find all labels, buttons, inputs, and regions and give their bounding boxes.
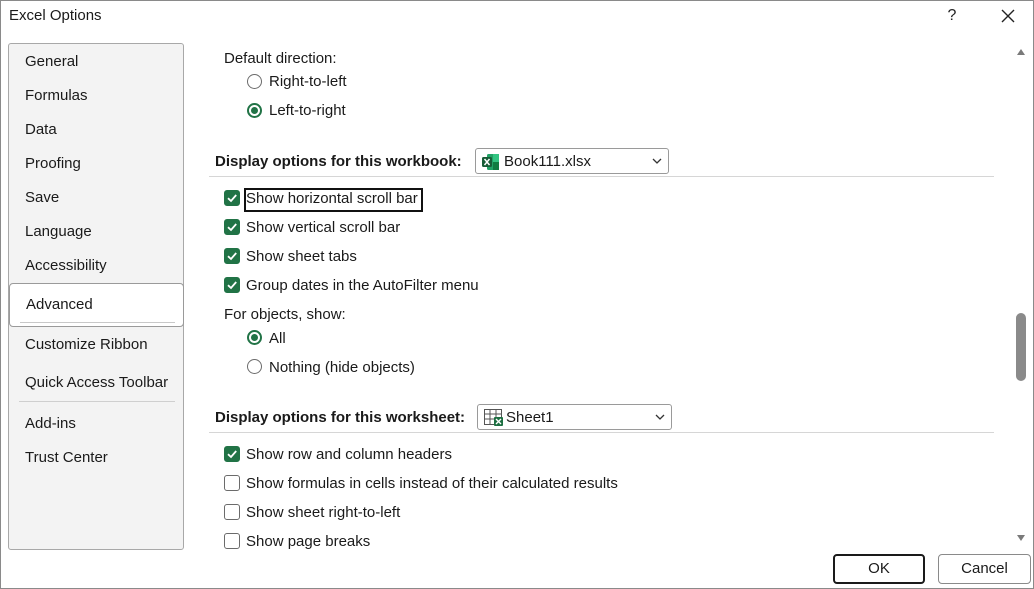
scroll-up-icon[interactable] xyxy=(1016,47,1026,57)
worksheet-select-value: Sheet1 xyxy=(506,409,554,426)
chevron-down-icon xyxy=(655,413,665,421)
sidebar-item-label: Accessibility xyxy=(25,257,107,274)
sheet-icon xyxy=(484,409,504,427)
worksheet-section-divider xyxy=(209,432,994,433)
sidebar-item-formulas[interactable]: Formulas xyxy=(9,81,183,111)
sidebar-item-proofing[interactable]: Proofing xyxy=(9,149,183,179)
checkmark-icon xyxy=(226,250,238,262)
close-button[interactable] xyxy=(993,4,1023,28)
excel-file-icon xyxy=(482,153,500,171)
ok-button[interactable]: OK xyxy=(833,554,925,584)
radio-objects-nothing-label[interactable]: Nothing (hide objects) xyxy=(269,359,415,376)
worksheet-select[interactable]: Sheet1 xyxy=(477,404,672,430)
radio-right-to-left-label[interactable]: Right-to-left xyxy=(269,73,347,90)
sidebar-item-accessibility[interactable]: Accessibility xyxy=(9,251,183,281)
sidebar-item-save[interactable]: Save xyxy=(9,183,183,213)
sidebar-item-trust-center[interactable]: Trust Center xyxy=(9,443,183,473)
worksheet-section-header: Display options for this worksheet: xyxy=(215,409,465,426)
scrollbar-thumb[interactable] xyxy=(1016,313,1026,381)
sidebar-item-label: Add-ins xyxy=(25,415,76,432)
scroll-down-icon[interactable] xyxy=(1016,533,1026,543)
sidebar-item-advanced[interactable]: Advanced xyxy=(9,283,184,327)
radio-right-to-left[interactable] xyxy=(247,74,262,89)
sidebar-item-add-ins[interactable]: Add-ins xyxy=(9,409,183,439)
sidebar-item-label: Quick Access Toolbar xyxy=(25,374,168,391)
checkbox-show-horizontal-scroll-bar[interactable] xyxy=(224,190,240,206)
checkbox-show-sheet-tabs[interactable] xyxy=(224,248,240,264)
default-direction-label: Default direction: xyxy=(224,50,337,67)
help-button[interactable]: ? xyxy=(937,4,967,28)
checkbox-show-page-breaks-label[interactable]: Show page breaks xyxy=(246,533,370,550)
sidebar-item-label: Formulas xyxy=(25,87,88,104)
sidebar-item-label: Proofing xyxy=(25,155,81,172)
checkbox-show-formulas[interactable] xyxy=(224,475,240,491)
checkbox-show-horizontal-scroll-bar-label[interactable]: Show horizontal scroll bar xyxy=(246,190,418,207)
options-sidebar: General Formulas Data Proofing Save Lang… xyxy=(8,43,184,550)
title-bar: Excel Options ? xyxy=(1,1,1033,33)
sidebar-item-label: Trust Center xyxy=(25,449,108,466)
checkbox-show-row-column-headers[interactable] xyxy=(224,446,240,462)
checkmark-icon xyxy=(226,192,238,204)
checkbox-show-row-column-headers-label[interactable]: Show row and column headers xyxy=(246,446,452,463)
radio-objects-all-label[interactable]: All xyxy=(269,330,286,347)
workbook-section-divider xyxy=(209,176,994,177)
checkbox-group-dates-autofilter-label[interactable]: Group dates in the AutoFilter menu xyxy=(246,277,479,294)
checkbox-show-sheet-tabs-label[interactable]: Show sheet tabs xyxy=(246,248,357,265)
sidebar-item-label: Advanced xyxy=(26,296,93,313)
chevron-down-icon xyxy=(652,157,662,165)
advanced-options-panel: Default direction: Right-to-left Left-to… xyxy=(191,37,1011,557)
options-scrollbar[interactable] xyxy=(1012,43,1028,549)
help-icon: ? xyxy=(948,7,957,24)
checkbox-group-dates-autofilter[interactable] xyxy=(224,277,240,293)
checkbox-show-sheet-right-to-left[interactable] xyxy=(224,504,240,520)
sidebar-item-data[interactable]: Data xyxy=(9,115,183,145)
radio-objects-nothing[interactable] xyxy=(247,359,262,374)
checkbox-show-page-breaks[interactable] xyxy=(224,533,240,549)
checkmark-icon xyxy=(226,279,238,291)
excel-options-dialog: Excel Options ? General Formulas Data Pr… xyxy=(0,0,1034,589)
sidebar-item-label: General xyxy=(25,53,78,70)
checkbox-show-vertical-scroll-bar-label[interactable]: Show vertical scroll bar xyxy=(246,219,400,236)
sidebar-item-label: Customize Ribbon xyxy=(25,336,148,353)
checkmark-icon xyxy=(226,221,238,233)
radio-objects-all[interactable] xyxy=(247,330,262,345)
dialog-title: Excel Options xyxy=(9,7,102,24)
checkbox-show-vertical-scroll-bar[interactable] xyxy=(224,219,240,235)
objects-show-label: For objects, show: xyxy=(224,306,346,323)
sidebar-divider xyxy=(19,401,175,402)
radio-left-to-right[interactable] xyxy=(247,103,262,118)
sidebar-item-label: Data xyxy=(25,121,57,138)
workbook-select-value: Book111.xlsx xyxy=(504,153,591,170)
sidebar-item-label: Save xyxy=(25,189,59,206)
radio-left-to-right-label[interactable]: Left-to-right xyxy=(269,102,346,119)
sidebar-item-customize-ribbon[interactable]: Customize Ribbon xyxy=(9,330,183,360)
checkbox-show-formulas-label[interactable]: Show formulas in cells instead of their … xyxy=(246,475,618,492)
sidebar-item-label: Language xyxy=(25,223,92,240)
sidebar-item-language[interactable]: Language xyxy=(9,217,183,247)
checkbox-show-sheet-right-to-left-label[interactable]: Show sheet right-to-left xyxy=(246,504,400,521)
cancel-button[interactable]: Cancel xyxy=(938,554,1031,584)
workbook-select[interactable]: Book111.xlsx xyxy=(475,148,669,174)
sidebar-item-general[interactable]: General xyxy=(9,47,183,77)
checkmark-icon xyxy=(226,448,238,460)
close-icon xyxy=(1001,9,1015,23)
workbook-section-header: Display options for this workbook: xyxy=(215,153,462,170)
sidebar-item-quick-access-toolbar[interactable]: Quick Access Toolbar xyxy=(9,368,183,398)
